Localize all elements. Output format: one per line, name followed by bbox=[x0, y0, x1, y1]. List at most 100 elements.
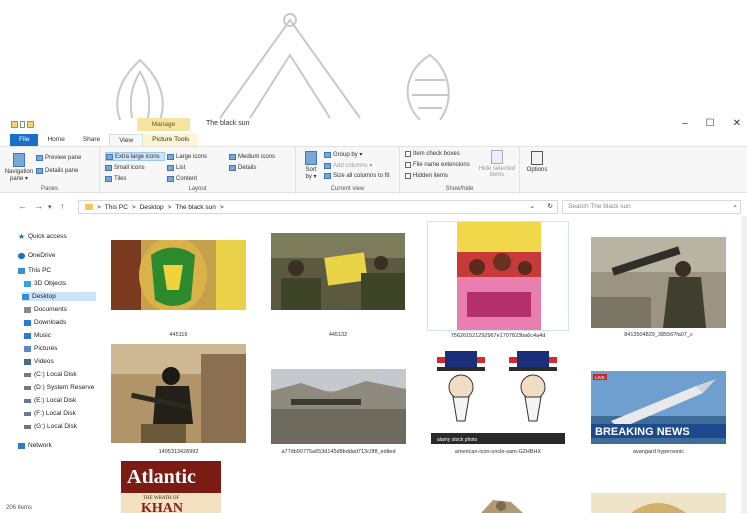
nav-item-onedrive[interactable]: OneDrive bbox=[18, 251, 55, 260]
nav-item-desktop[interactable]: Desktop bbox=[22, 292, 96, 301]
tab-view[interactable]: View bbox=[109, 134, 144, 146]
nav-item-music[interactable]: Music bbox=[24, 331, 51, 340]
new-folder-icon[interactable] bbox=[27, 121, 34, 128]
breadcrumb-this-pc[interactable]: This PC bbox=[105, 204, 128, 211]
nav-item-network[interactable]: Network bbox=[18, 441, 52, 450]
nav-item-c-drive[interactable]: (C:) Local Disk bbox=[24, 370, 77, 379]
details-icon bbox=[229, 164, 236, 171]
file-name-extensions-option[interactable]: File name extensions bbox=[405, 162, 470, 168]
layout-large-icons[interactable]: Large icons bbox=[167, 152, 227, 161]
layout-medium-icons[interactable]: Medium icons bbox=[229, 152, 289, 161]
image-thumbnail bbox=[457, 222, 541, 330]
ribbon: Navigation pane ▾ Preview pane Details p… bbox=[0, 146, 747, 194]
address-dropdown-icon[interactable]: ⌄ bbox=[530, 202, 535, 210]
details-pane-button[interactable]: Details pane bbox=[36, 168, 78, 174]
breadcrumb-desktop[interactable]: Desktop bbox=[140, 204, 164, 211]
navigation-pane-button[interactable]: Navigation pane ▾ bbox=[4, 153, 34, 182]
file-name-extensions-checkbox[interactable] bbox=[405, 162, 411, 168]
layout-tiles[interactable]: Tiles bbox=[105, 174, 165, 183]
up-button[interactable]: ↑ bbox=[60, 201, 65, 211]
nav-item-downloads[interactable]: Downloads bbox=[24, 318, 66, 327]
content-icon bbox=[167, 175, 174, 182]
file-item[interactable] bbox=[271, 233, 405, 310]
vertical-scrollbar[interactable] bbox=[741, 216, 747, 513]
list-icon bbox=[167, 164, 174, 171]
nav-item-d-drive[interactable]: (D:) System Reserve bbox=[24, 383, 94, 392]
cloud-icon bbox=[18, 252, 25, 259]
file-item[interactable]: LIVE BREAKING NEWS bbox=[591, 371, 726, 444]
tab-share[interactable]: Share bbox=[74, 134, 109, 146]
recent-locations-button[interactable]: ▾ bbox=[48, 203, 52, 211]
layout-details[interactable]: Details bbox=[229, 163, 289, 172]
window-title: The black sun bbox=[206, 120, 250, 127]
nav-item-pictures[interactable]: Pictures bbox=[24, 344, 57, 353]
maximize-button[interactable]: ☐ bbox=[706, 118, 715, 129]
hidden-items-checkbox[interactable] bbox=[405, 173, 411, 179]
quick-access-toolbar[interactable] bbox=[11, 121, 34, 128]
file-item[interactable] bbox=[591, 237, 726, 328]
forward-button[interactable]: → bbox=[34, 201, 43, 211]
close-button[interactable]: ✕ bbox=[733, 118, 741, 129]
sort-by-button[interactable]: Sort by ▾ bbox=[302, 151, 320, 180]
manage-tab[interactable]: Manage bbox=[137, 118, 190, 131]
preview-pane-button[interactable]: Preview pane bbox=[36, 155, 81, 161]
file-item[interactable] bbox=[271, 369, 406, 444]
star-icon bbox=[18, 233, 25, 239]
group-by-button[interactable]: Group by ▾ bbox=[324, 151, 362, 158]
nav-item-g-drive[interactable]: (G:) Local Disk bbox=[24, 422, 77, 431]
navigation-bar: ← → ▾ ↑ > This PC > Desktop > The black … bbox=[0, 200, 747, 214]
window-controls: – ☐ ✕ bbox=[682, 118, 741, 129]
layout-list[interactable]: List bbox=[167, 163, 227, 172]
file-name: a77db90775a653d145d8bddad713c0f8_edited bbox=[281, 449, 396, 455]
hidden-items-option[interactable]: Hidden items bbox=[405, 173, 448, 179]
file-item[interactable] bbox=[591, 493, 726, 513]
file-name: avangard hypersonic bbox=[632, 449, 685, 455]
nav-item-3d-objects[interactable]: 3D Objects bbox=[24, 279, 66, 288]
size-columns-button[interactable]: Size all columns to fit bbox=[324, 173, 389, 179]
refresh-icon[interactable]: ↻ bbox=[548, 202, 553, 210]
nav-item-videos[interactable]: Videos bbox=[24, 357, 54, 366]
properties-icon[interactable] bbox=[20, 121, 25, 128]
layout-group: Extra large icons Large icons Medium ico… bbox=[100, 147, 296, 194]
hide-selected-items-button[interactable]: Hide selected items bbox=[478, 150, 516, 178]
preview-pane-icon bbox=[36, 155, 43, 161]
folder-icon bbox=[85, 204, 93, 210]
nav-item-f-drive[interactable]: (F:) Local Disk bbox=[24, 409, 76, 418]
item-check-boxes-checkbox[interactable] bbox=[405, 151, 411, 157]
drive-icon bbox=[24, 424, 31, 429]
layout-extra-large-icons[interactable]: Extra large icons bbox=[105, 152, 165, 161]
options-button[interactable]: Options bbox=[526, 151, 548, 173]
drive-icon bbox=[24, 411, 31, 416]
panes-label: Panes bbox=[40, 186, 58, 192]
image-thumbnail bbox=[591, 237, 726, 328]
document-icon bbox=[24, 306, 31, 313]
atlantic-masthead: Atlantic bbox=[127, 466, 196, 488]
tab-home[interactable]: Home bbox=[38, 134, 73, 146]
file-item[interactable] bbox=[111, 240, 246, 310]
show-hide-group: Item check boxes File name extensions Hi… bbox=[400, 147, 520, 194]
layout-small-icons[interactable]: Small icons bbox=[105, 163, 165, 172]
layout-content[interactable]: Content bbox=[167, 174, 227, 183]
tab-file[interactable]: File bbox=[10, 134, 39, 146]
file-item[interactable] bbox=[111, 344, 246, 443]
file-item[interactable]: Atlantic THE WRATH OF KHAN bbox=[121, 461, 221, 513]
nav-item-this-pc[interactable]: This PC bbox=[18, 266, 51, 275]
file-item[interactable] bbox=[431, 486, 565, 513]
breadcrumb-current-folder[interactable]: The black sun bbox=[175, 204, 215, 211]
nav-item-e-drive[interactable]: (E:) Local Disk bbox=[24, 396, 76, 405]
navigation-pane-icon bbox=[13, 153, 25, 167]
tab-picture-tools[interactable]: Picture Tools bbox=[143, 134, 199, 146]
nav-item-documents[interactable]: Documents bbox=[24, 305, 67, 314]
nav-item-quick-access[interactable]: Quick access bbox=[18, 232, 67, 241]
back-button[interactable]: ← bbox=[18, 201, 27, 211]
alamy-watermark: alamy stock photo bbox=[437, 437, 478, 443]
minimize-button[interactable]: – bbox=[682, 118, 688, 129]
file-item[interactable] bbox=[427, 221, 569, 331]
item-check-boxes-option[interactable]: Item check boxes bbox=[405, 151, 460, 157]
file-item[interactable]: alamy stock photo bbox=[431, 351, 565, 444]
image-thumbnail bbox=[111, 240, 246, 310]
address-bar[interactable]: > This PC > Desktop > The black sun > ⌄ … bbox=[78, 200, 558, 214]
add-columns-button[interactable]: Add columns ▾ bbox=[324, 162, 372, 169]
search-input[interactable]: Search The black sun ⌕ bbox=[562, 200, 741, 214]
image-thumbnail: Atlantic THE WRATH OF KHAN bbox=[121, 461, 221, 513]
